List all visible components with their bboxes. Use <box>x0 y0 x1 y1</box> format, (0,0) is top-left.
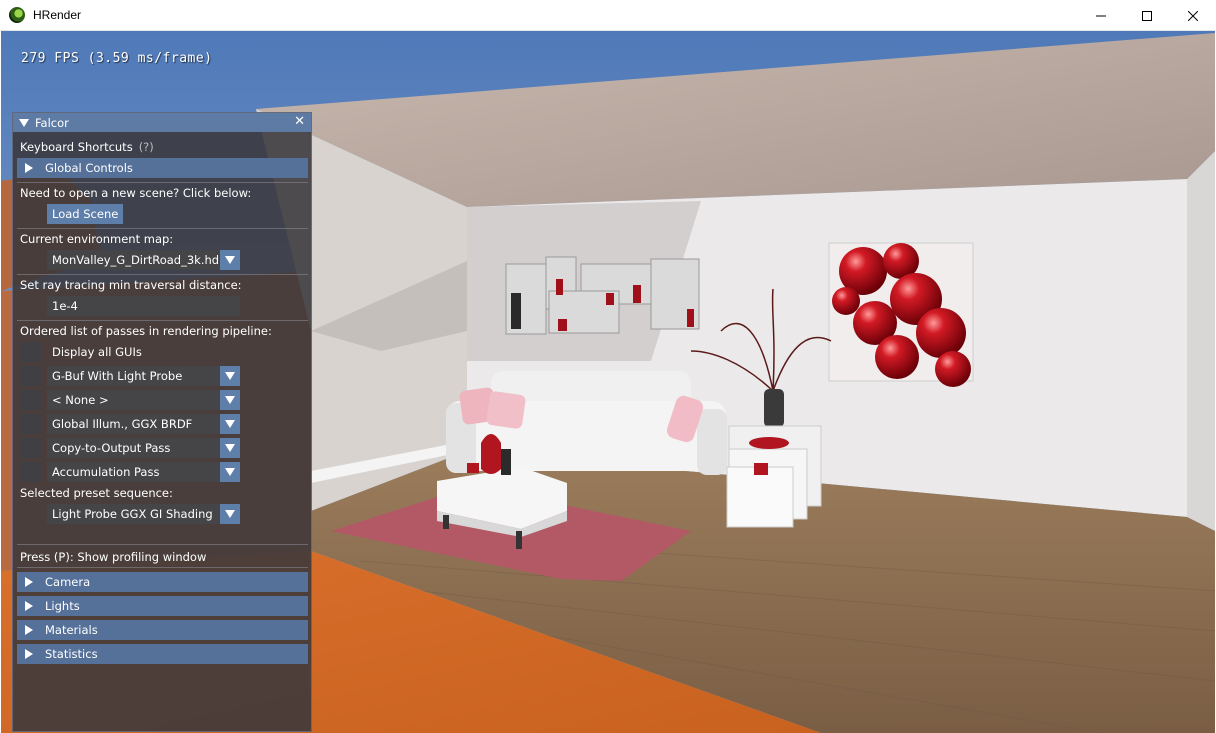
panel-title: Falcor <box>35 115 69 130</box>
minimize-button[interactable] <box>1078 0 1124 31</box>
pass-dropdown[interactable]: Copy-to-Output Pass <box>47 438 240 458</box>
open-scene-prompt: Need to open a new scene? Click below: <box>20 186 252 200</box>
keyboard-shortcuts-label: Keyboard Shortcuts <box>20 140 133 154</box>
env-map-value: MonValley_G_DirtRoad_3k.hdr <box>52 253 220 267</box>
section-statistics[interactable]: Statistics <box>17 644 308 664</box>
pass-checkbox[interactable] <box>20 390 41 410</box>
app-icon <box>9 7 25 23</box>
global-controls-header[interactable]: Global Controls <box>17 158 308 178</box>
dropdown-arrow-icon[interactable] <box>220 462 240 482</box>
expand-arrow-icon <box>25 625 33 635</box>
render-viewport[interactable]: 279 FPS (3.59 ms/frame) Falcor ✕ Keyboar… <box>1 31 1215 733</box>
pass-checkbox[interactable] <box>20 366 41 386</box>
fps-counter: 279 FPS (3.59 ms/frame) <box>21 51 213 66</box>
dropdown-arrow-icon[interactable] <box>220 504 240 524</box>
window-title: HRender <box>33 8 82 22</box>
help-marker[interactable]: (?) <box>139 140 154 154</box>
section-label: Camera <box>45 575 91 589</box>
pass-checkbox[interactable] <box>20 438 41 458</box>
dropdown-arrow-icon[interactable] <box>220 366 240 386</box>
section-camera[interactable]: Camera <box>17 572 308 592</box>
separator <box>17 544 308 545</box>
preset-dropdown[interactable]: Light Probe GGX GI Shading <box>47 504 240 524</box>
pass-value: < None > <box>52 393 109 407</box>
separator <box>17 228 308 229</box>
separator <box>17 320 308 321</box>
env-map-dropdown[interactable]: MonValley_G_DirtRoad_3k.hdr <box>47 250 240 270</box>
window-title-bar: HRender <box>0 0 1216 31</box>
section-materials[interactable]: Materials <box>17 620 308 640</box>
pass-dropdown[interactable]: < None > <box>47 390 240 410</box>
section-label: Lights <box>45 599 80 613</box>
pass-value: Global Illum., GGX BRDF <box>52 417 193 431</box>
separator <box>17 274 308 275</box>
separator <box>17 182 308 183</box>
pass-value: G-Buf With Light Probe <box>52 369 183 383</box>
global-controls-label: Global Controls <box>45 161 133 175</box>
section-label: Statistics <box>45 647 98 661</box>
pass-checkbox[interactable] <box>20 414 41 434</box>
panel-header[interactable]: Falcor ✕ <box>13 113 311 132</box>
maximize-button[interactable] <box>1124 0 1170 31</box>
ray-min-input[interactable]: 1e-4 <box>47 296 240 316</box>
preset-value: Light Probe GGX GI Shading <box>52 507 213 521</box>
expand-arrow-icon <box>25 649 33 659</box>
minimize-icon <box>1096 15 1106 16</box>
close-icon[interactable]: ✕ <box>294 115 305 129</box>
expand-arrow-icon <box>25 577 33 587</box>
window-controls <box>1078 0 1216 31</box>
pass-dropdown[interactable]: Global Illum., GGX BRDF <box>47 414 240 434</box>
ray-min-value: 1e-4 <box>52 299 78 313</box>
expand-arrow-icon <box>25 601 33 611</box>
env-map-label: Current environment map: <box>20 232 174 246</box>
close-icon <box>1188 10 1198 21</box>
display-all-guis-checkbox[interactable] <box>20 342 41 362</box>
display-all-guis-label: Display all GUIs <box>52 345 142 359</box>
ray-min-label: Set ray tracing min traversal distance: <box>20 278 242 292</box>
collapse-arrow-icon[interactable] <box>19 118 29 127</box>
load-scene-button[interactable]: Load Scene <box>47 204 124 224</box>
dropdown-arrow-icon[interactable] <box>220 438 240 458</box>
pass-dropdown[interactable]: Accumulation Pass <box>47 462 240 482</box>
dropdown-arrow-icon[interactable] <box>220 390 240 410</box>
close-window-button[interactable] <box>1170 0 1216 31</box>
separator <box>17 567 308 568</box>
pass-value: Copy-to-Output Pass <box>52 441 171 455</box>
section-lights[interactable]: Lights <box>17 596 308 616</box>
keyboard-shortcuts[interactable]: Keyboard Shortcuts (?) <box>20 140 154 154</box>
pass-checkbox[interactable] <box>20 462 41 482</box>
dropdown-arrow-icon[interactable] <box>220 250 240 270</box>
maximize-icon <box>1142 10 1152 21</box>
expand-arrow-icon <box>25 163 33 173</box>
profiling-hint: Press (P): Show profiling window <box>20 550 207 564</box>
passes-label: Ordered list of passes in rendering pipe… <box>20 324 272 338</box>
preset-label: Selected preset sequence: <box>20 486 173 500</box>
pass-value: Accumulation Pass <box>52 465 160 479</box>
section-label: Materials <box>45 623 98 637</box>
falcor-gui-panel[interactable]: Falcor ✕ Keyboard Shortcuts (?) Global Co… <box>12 112 312 732</box>
pass-dropdown[interactable]: G-Buf With Light Probe <box>47 366 240 386</box>
dropdown-arrow-icon[interactable] <box>220 414 240 434</box>
